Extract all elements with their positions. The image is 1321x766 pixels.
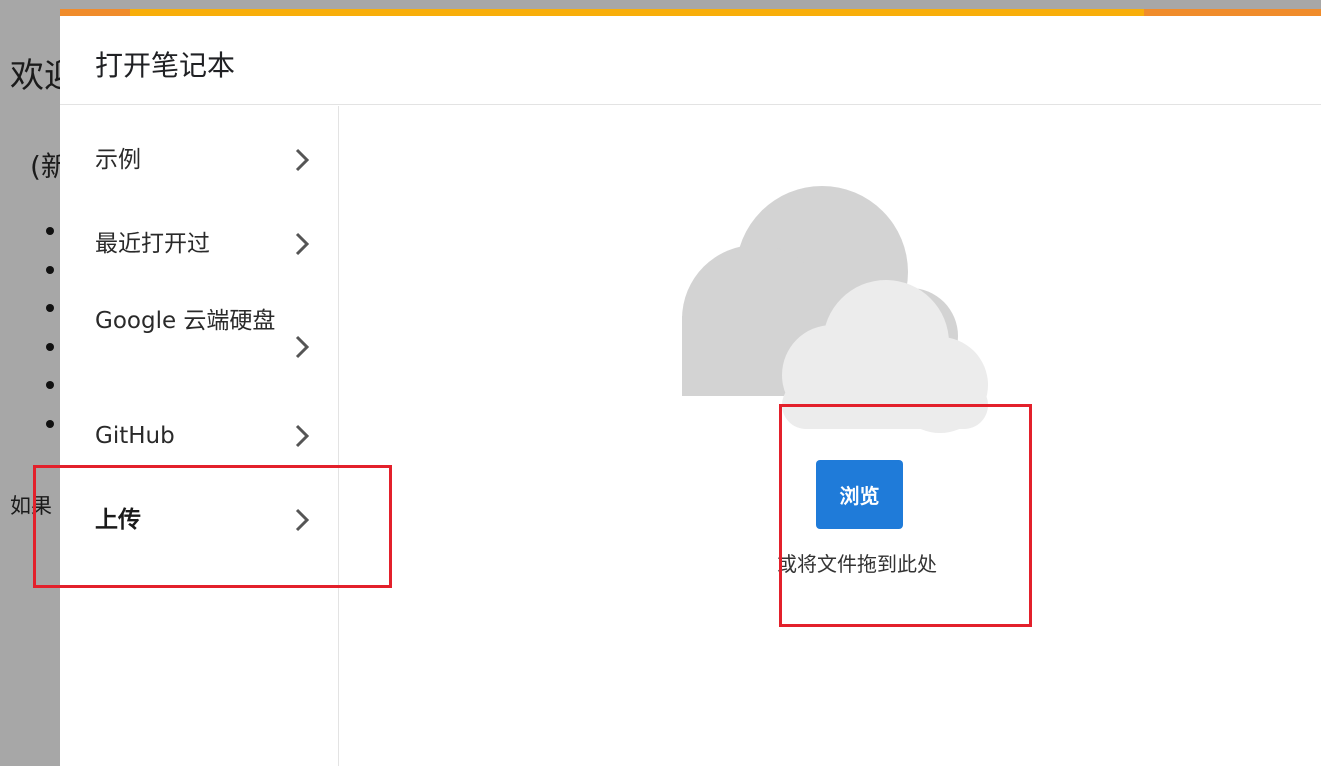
nav-item-examples[interactable]: 示例 bbox=[60, 130, 339, 190]
dialog-accent-bar-middle bbox=[130, 9, 1144, 16]
open-notebook-dialog: 打开笔记本 示例 最近打开过 Google 云端硬盘 GitHub 上传 浏览 … bbox=[60, 9, 1321, 766]
dialog-sidebar: 示例 最近打开过 Google 云端硬盘 GitHub 上传 bbox=[60, 106, 339, 766]
nav-item-github[interactable]: GitHub bbox=[60, 406, 339, 466]
dialog-header: 打开笔记本 bbox=[60, 16, 1321, 105]
chevron-right-icon bbox=[295, 232, 310, 256]
nav-item-label: Google 云端硬盘 bbox=[95, 308, 276, 334]
nav-item-upload[interactable]: 上传 bbox=[60, 490, 339, 550]
dialog-accent-bar bbox=[60, 9, 1321, 16]
nav-item-google-drive[interactable]: Google 云端硬盘 bbox=[60, 299, 339, 379]
nav-item-label: GitHub bbox=[95, 423, 175, 449]
browse-button[interactable]: 浏览 bbox=[816, 460, 903, 529]
dialog-title: 打开笔记本 bbox=[95, 49, 236, 82]
nav-item-label: 最近打开过 bbox=[95, 231, 210, 257]
nav-item-label: 上传 bbox=[95, 507, 141, 533]
chevron-right-icon bbox=[295, 148, 310, 172]
nav-item-recent[interactable]: 最近打开过 bbox=[60, 214, 339, 274]
chevron-right-icon bbox=[295, 335, 310, 359]
cloud-upload-icon bbox=[682, 186, 988, 433]
nav-item-label: 示例 bbox=[95, 147, 141, 173]
chevron-right-icon bbox=[295, 424, 310, 448]
upload-panel[interactable]: 浏览 或将文件拖到此处 bbox=[339, 106, 1321, 766]
background-footer: 如果 bbox=[10, 494, 52, 518]
chevron-right-icon bbox=[295, 508, 310, 532]
drop-hint: 或将文件拖到此处 bbox=[777, 552, 937, 576]
